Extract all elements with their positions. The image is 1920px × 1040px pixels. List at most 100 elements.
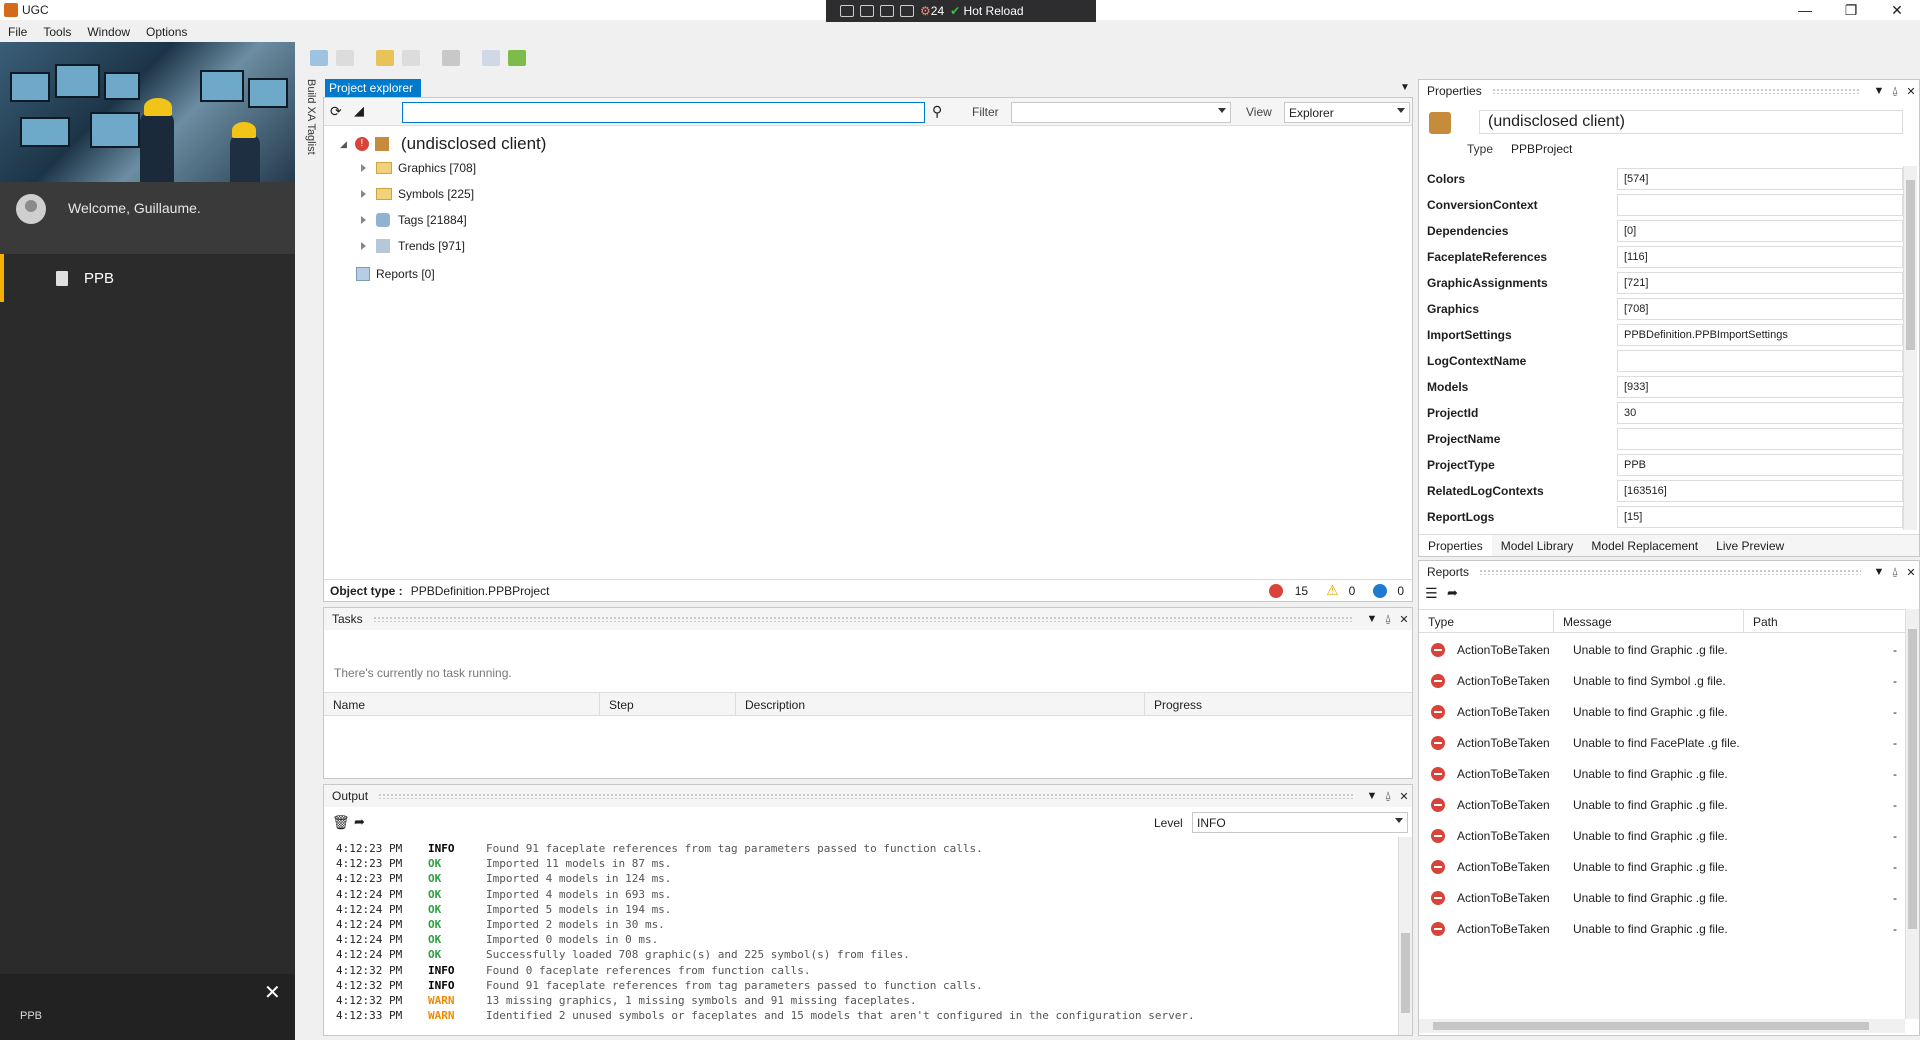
pin-icon[interactable]: ⍙ — [1380, 790, 1396, 803]
close-icon[interactable]: ✕ — [1903, 85, 1919, 98]
table-row[interactable]: ActionToBeTaken Unable to find Graphic .g… — [1419, 758, 1909, 789]
tree-item-tags[interactable]: Tags [21884] — [361, 209, 467, 231]
column-header[interactable]: Path — [1744, 610, 1905, 632]
menu-tools[interactable]: Tools — [35, 22, 79, 42]
property-value[interactable]: [116] — [1617, 246, 1903, 268]
display-icon[interactable] — [900, 5, 914, 17]
expand-icon[interactable] — [361, 216, 366, 224]
property-value[interactable] — [1617, 194, 1903, 216]
pin-icon[interactable]: ⍙ — [1380, 613, 1396, 626]
close-icon[interactable]: ✕ — [1396, 790, 1412, 803]
new-project-icon[interactable] — [310, 50, 328, 66]
view-select[interactable]: Explorer — [1284, 102, 1410, 123]
properties-scrollbar[interactable] — [1903, 166, 1917, 530]
table-row[interactable]: ActionToBeTaken Unable to find Graphic .g… — [1419, 913, 1909, 944]
table-row[interactable]: ActionToBeTaken Unable to find Graphic .g… — [1419, 634, 1909, 665]
info-icon[interactable] — [1373, 583, 1388, 598]
close-icon[interactable]: ✕ — [1903, 566, 1919, 579]
tree-item-trends[interactable]: Trends [971] — [361, 235, 465, 257]
scrollbar-thumb[interactable] — [1908, 629, 1917, 929]
error-icon[interactable] — [1268, 583, 1283, 598]
column-header[interactable]: Progress — [1145, 693, 1412, 715]
chevron-down-icon[interactable]: ▼ — [1871, 85, 1887, 97]
table-row[interactable]: ActionToBeTaken Unable to find Graphic .g… — [1419, 789, 1909, 820]
hot-reload-count[interactable]: ⚙24 — [920, 4, 944, 18]
menu-options[interactable]: Options — [138, 22, 195, 42]
filter-icon[interactable]: ◢ — [354, 103, 364, 119]
expand-icon[interactable] — [361, 164, 366, 172]
table-row[interactable]: ActionToBeTaken Unable to find Symbol .g … — [1419, 665, 1909, 696]
tab-build-xa-taglist[interactable]: Build XA Taglist — [299, 75, 321, 165]
close-icon[interactable]: ✕ — [264, 980, 281, 1005]
reports-hscrollbar[interactable] — [1419, 1019, 1905, 1033]
property-value[interactable]: [933] — [1617, 376, 1903, 398]
table-row[interactable]: ActionToBeTaken Unable to find Graphic .g… — [1419, 882, 1909, 913]
minimize-button[interactable]: — — [1782, 0, 1828, 20]
search-icon[interactable]: ⚲ — [932, 103, 942, 120]
tab-properties[interactable]: Properties — [1419, 535, 1492, 556]
tree-item-graphics[interactable]: Graphics [708] — [361, 157, 476, 179]
chevron-down-icon[interactable]: ▼ — [1871, 566, 1887, 578]
scrollbar-thumb[interactable] — [1433, 1022, 1869, 1030]
expand-icon[interactable] — [361, 190, 366, 198]
property-value[interactable]: [708] — [1617, 298, 1903, 320]
pin-icon[interactable]: ⍙ — [1887, 85, 1903, 98]
property-value[interactable] — [1617, 428, 1903, 450]
filter-select[interactable] — [1011, 102, 1231, 123]
property-value[interactable]: PPBDefinition.PPBImportSettings — [1617, 324, 1903, 346]
avatar[interactable] — [16, 194, 46, 224]
column-header[interactable]: Message — [1554, 610, 1744, 632]
property-value[interactable]: PPB — [1617, 454, 1903, 476]
property-value[interactable]: [163516] — [1617, 480, 1903, 502]
chevron-down-icon[interactable]: ▼ — [1400, 82, 1410, 93]
tab-project-explorer[interactable]: Project explorer — [325, 79, 421, 97]
layout-icon[interactable] — [880, 5, 894, 17]
table-row[interactable]: ActionToBeTaken Unable to find Graphic .g… — [1419, 820, 1909, 851]
save-icon[interactable] — [336, 50, 354, 66]
close-window-button[interactable]: ✕ — [1874, 0, 1920, 20]
search-input[interactable] — [402, 102, 925, 123]
property-value[interactable]: [574] — [1617, 168, 1903, 190]
menu-icon[interactable]: ☰ — [1425, 585, 1438, 602]
level-select[interactable]: INFO — [1192, 812, 1408, 833]
table-row[interactable]: ActionToBeTaken Unable to find Graphic .g… — [1419, 696, 1909, 727]
export-icon[interactable]: ➦ — [1447, 585, 1458, 601]
property-value[interactable]: 30 — [1617, 402, 1903, 424]
tools-icon[interactable] — [482, 50, 500, 66]
property-value[interactable] — [1617, 350, 1903, 372]
tree-item-symbols[interactable]: Symbols [225] — [361, 183, 474, 205]
chevron-down-icon[interactable]: ▼ — [1364, 613, 1380, 625]
column-header[interactable]: Name — [324, 693, 600, 715]
refresh-icon[interactable]: ⟳ — [330, 103, 342, 120]
menu-file[interactable]: File — [0, 22, 35, 42]
table-row[interactable]: ActionToBeTaken Unable to find Graphic .g… — [1419, 851, 1909, 882]
tree-root[interactable]: ◢ ! (undisclosed client) — [340, 133, 546, 155]
validate-icon[interactable] — [508, 50, 526, 66]
column-header[interactable]: Type — [1419, 610, 1554, 632]
scrollbar-thumb[interactable] — [1906, 180, 1915, 350]
select-element-icon[interactable] — [840, 5, 854, 17]
output-scrollbar[interactable] — [1398, 837, 1412, 1035]
warning-icon[interactable]: ⚠ — [1326, 582, 1339, 599]
expand-icon[interactable] — [361, 242, 366, 250]
tab-model-replacement[interactable]: Model Replacement — [1582, 535, 1707, 556]
property-value[interactable]: [15] — [1617, 506, 1903, 528]
menu-window[interactable]: Window — [79, 22, 138, 42]
scrollbar-thumb[interactable] — [1401, 933, 1410, 1013]
expand-icon[interactable]: ◢ — [340, 139, 347, 150]
reports-scrollbar[interactable] — [1905, 609, 1919, 1019]
pointer-icon[interactable] — [860, 5, 874, 17]
property-value[interactable]: [0] — [1617, 220, 1903, 242]
tab-model-library[interactable]: Model Library — [1492, 535, 1583, 556]
trash-icon[interactable]: 🗑 — [332, 814, 350, 831]
tab-live-preview[interactable]: Live Preview — [1707, 535, 1793, 556]
download-icon[interactable] — [442, 50, 460, 66]
column-header[interactable]: Description — [736, 693, 1145, 715]
forward-icon[interactable] — [402, 50, 420, 66]
pin-icon[interactable]: ⍙ — [1887, 566, 1903, 579]
column-header[interactable]: Step — [600, 693, 736, 715]
chevron-down-icon[interactable]: ▼ — [1364, 790, 1380, 802]
maximize-button[interactable]: ❐ — [1828, 0, 1874, 20]
table-row[interactable]: ActionToBeTaken Unable to find FacePlate … — [1419, 727, 1909, 758]
open-folder-icon[interactable] — [376, 50, 394, 66]
